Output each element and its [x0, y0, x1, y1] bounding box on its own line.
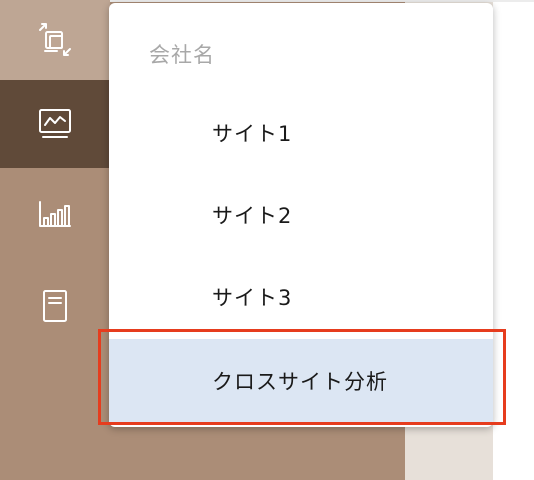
content-right-area [493, 0, 534, 480]
monitor-chart-icon [39, 109, 71, 138]
menu-item-site-3[interactable]: サイト3 [109, 257, 493, 337]
menu-item-site-2[interactable]: サイト2 [109, 175, 493, 255]
menu-item-label: クロスサイト分析 [212, 370, 388, 394]
sidebar-item-dashboard[interactable] [0, 80, 110, 168]
company-name-header: 会社名 [149, 43, 215, 67]
menu-item-label: サイト1 [212, 122, 293, 146]
sidebar-item-documents[interactable] [0, 260, 110, 352]
top-divider [110, 0, 534, 2]
menu-item-label: サイト3 [212, 286, 293, 310]
switch-app-icon [39, 23, 71, 56]
sidebar-item-reports[interactable] [0, 168, 110, 260]
menu-item-cross-site-analysis[interactable]: クロスサイト分析 [109, 339, 493, 423]
site-dropdown-menu: 会社名 サイト1 サイト2 サイト3 クロスサイト分析 [109, 3, 493, 427]
document-icon [43, 290, 67, 322]
menu-item-label: サイト2 [212, 204, 293, 228]
sidebar-item-switch[interactable] [0, 0, 110, 80]
sidebar [0, 0, 110, 480]
app-window: 会社名 サイト1 サイト2 サイト3 クロスサイト分析 [0, 0, 534, 480]
bar-chart-icon [39, 201, 71, 227]
menu-item-site-1[interactable]: サイト1 [109, 93, 493, 173]
